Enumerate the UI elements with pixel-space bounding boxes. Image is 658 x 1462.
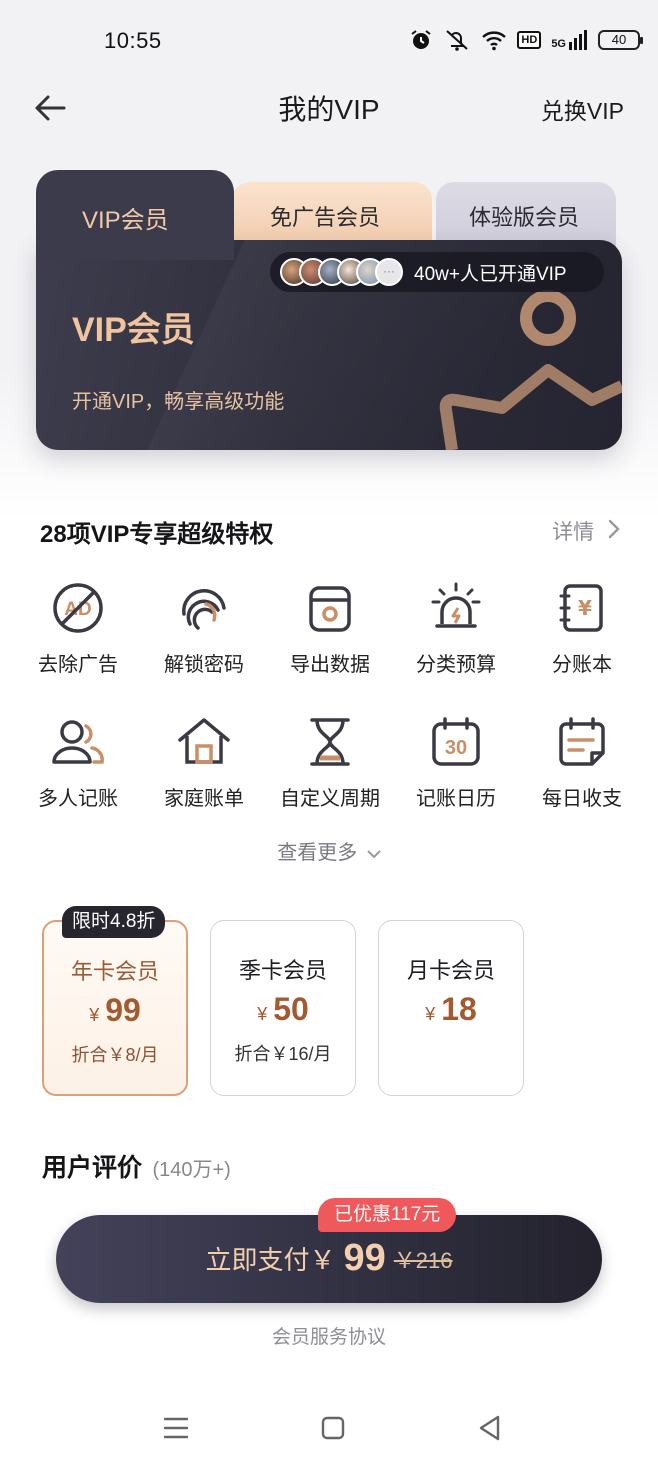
back-triangle-icon[interactable] — [470, 1408, 510, 1448]
privilege-label: 分类预算 — [416, 654, 496, 676]
signal-icon: 5G — [551, 30, 588, 50]
user-reviews-header: 用户评价 (140万+) — [42, 1148, 231, 1184]
see-more-label: 查看更多 — [277, 842, 358, 864]
privileges-header: 28项VIP专享超级特权 详情 — [40, 510, 620, 550]
plan-name: 月卡会员 — [406, 958, 495, 983]
pay-label: 立即支付￥ — [205, 1245, 336, 1275]
hourglass-icon — [310, 718, 350, 766]
privilege-remove-ads[interactable]: AD 去除广告 — [15, 580, 141, 714]
home-square-icon[interactable] — [313, 1408, 353, 1448]
more-avatars-icon: ··· — [375, 258, 403, 286]
svg-text:¥: ¥ — [578, 596, 592, 620]
plan-yearly[interactable]: 限时4.8折 年卡会员 ¥99 折合￥8/月 — [42, 906, 188, 1096]
privilege-daily-income-expense[interactable]: 每日收支 — [519, 714, 645, 848]
status-bar: 10:55 HD 5G 40 — [0, 0, 658, 84]
privileges-row: 多人记账 家庭账单 自定义周期 30 记账日历 每日收支 — [15, 714, 645, 848]
reviews-count: (140万+) — [152, 1159, 231, 1181]
card-decoration-icon — [439, 290, 622, 450]
privilege-category-budget[interactable]: 分类预算 — [393, 580, 519, 714]
plan-price-value: 50 — [273, 991, 309, 1027]
chevron-right-icon — [608, 519, 620, 539]
privilege-custom-period[interactable]: 自定义周期 — [267, 714, 393, 848]
tab-label: 体验版会员 — [469, 205, 580, 230]
svg-text:30: 30 — [445, 737, 467, 759]
privilege-label: 去除广告 — [38, 654, 118, 676]
plan-price-value: 18 — [441, 991, 477, 1027]
ledger-book-icon: ¥ — [559, 584, 603, 632]
privilege-sub-ledger[interactable]: ¥ 分账本 — [519, 580, 645, 714]
plan-options: 限时4.8折 年卡会员 ¥99 折合￥8/月 季卡会员 ¥50 折合￥16/月 … — [42, 906, 642, 1096]
tab-vip-member[interactable]: VIP会员 — [36, 170, 234, 260]
currency-symbol: ¥ — [257, 1004, 268, 1024]
fingerprint-icon — [182, 589, 226, 630]
mute-bell-icon — [446, 30, 469, 51]
discount-tag: 已优惠117元 — [318, 1198, 457, 1232]
membership-agreement-link[interactable]: 会员服务协议 — [0, 1322, 658, 1349]
reviews-title: 用户评价 — [42, 1154, 143, 1182]
wifi-icon — [482, 31, 507, 51]
status-icons: HD 5G 40 — [409, 28, 643, 52]
menu-icon[interactable] — [156, 1408, 196, 1448]
network-label: 5G — [551, 38, 566, 50]
plan-quarterly[interactable]: 季卡会员 ¥50 折合￥16/月 — [210, 920, 356, 1096]
plan-monthly-equivalent: 折合￥16/月 — [234, 1044, 332, 1064]
privilege-ledger-calendar[interactable]: 30 记账日历 — [393, 714, 519, 848]
home-icon — [178, 718, 230, 764]
currency-symbol: ¥ — [425, 1004, 436, 1024]
member-count-text: 40w+人已开通VIP — [414, 263, 567, 285]
plan-price: ¥18 — [379, 991, 523, 1028]
privilege-family-bill[interactable]: 家庭账单 — [141, 714, 267, 848]
plan-monthly-equivalent: 折合￥8/月 — [71, 1045, 159, 1065]
privilege-label: 多人记账 — [38, 788, 118, 810]
calendar-icon: 30 — [432, 717, 480, 766]
export-data-icon — [309, 586, 351, 632]
member-count-pill: ··· 40w+人已开通VIP — [270, 252, 604, 292]
vip-card: 体验版会员 免广告会员 VIP会员 开通VIP，畅享高级功能 VIP会员 ···… — [36, 170, 622, 452]
privilege-export-data[interactable]: 导出数据 — [267, 580, 393, 714]
privileges-title: 28项VIP专享超级特权 — [40, 521, 274, 548]
plan-name: 季卡会员 — [238, 958, 327, 983]
privileges-row: AD 去除广告 解锁密码 导出数据 — [15, 580, 645, 714]
pay-price: 99 — [343, 1237, 386, 1279]
hd-badge: HD — [517, 31, 542, 49]
battery-indicator: 40 — [598, 30, 643, 50]
see-more-button[interactable]: 查看更多 — [0, 836, 658, 865]
privilege-label: 家庭账单 — [164, 788, 244, 810]
privileges-detail-link[interactable]: 详情 — [552, 516, 620, 546]
privilege-unlock-password[interactable]: 解锁密码 — [141, 580, 267, 714]
pay-original-price: ￥216 — [393, 1247, 453, 1273]
currency-symbol: ¥ — [89, 1005, 100, 1025]
privilege-label: 分账本 — [552, 654, 612, 676]
privilege-label: 每日收支 — [542, 788, 622, 810]
pay-button-content: 立即支付￥ 99 ￥216 — [56, 1237, 602, 1280]
daily-note-icon — [559, 717, 605, 766]
card-title: VIP会员 — [72, 311, 195, 349]
plan-price: ¥99 — [44, 992, 186, 1029]
chevron-down-icon — [367, 850, 381, 859]
plan-price: ¥50 — [211, 991, 355, 1028]
detail-label: 详情 — [552, 521, 595, 544]
redeem-vip-link[interactable]: 兑换VIP — [541, 92, 624, 126]
tab-label: 免广告会员 — [270, 205, 381, 230]
privilege-label: 导出数据 — [290, 654, 370, 676]
status-time: 10:55 — [104, 28, 162, 53]
plan-discount-badge: 限时4.8折 — [62, 906, 166, 938]
no-ads-icon: AD — [53, 583, 103, 633]
privilege-multi-user[interactable]: 多人记账 — [15, 714, 141, 848]
plan-monthly[interactable]: 月卡会员 ¥18 — [378, 920, 524, 1096]
privileges-grid: AD 去除广告 解锁密码 导出数据 — [15, 580, 645, 848]
card-subtitle: 开通VIP，畅享高级功能 — [72, 391, 285, 413]
plan-price-value: 99 — [105, 992, 141, 1028]
system-nav-bar — [0, 1390, 658, 1462]
plan-name: 年卡会员 — [70, 959, 159, 984]
privilege-label: 自定义周期 — [280, 788, 380, 810]
privilege-label: 解锁密码 — [164, 654, 244, 676]
privilege-label: 记账日历 — [416, 788, 496, 810]
app-header: 我的VIP 兑换VIP — [0, 80, 658, 132]
tab-label: VIP会员 — [82, 207, 169, 234]
multi-user-icon — [52, 720, 104, 764]
alarm-icon — [411, 30, 432, 49]
budget-alarm-icon — [431, 582, 481, 628]
